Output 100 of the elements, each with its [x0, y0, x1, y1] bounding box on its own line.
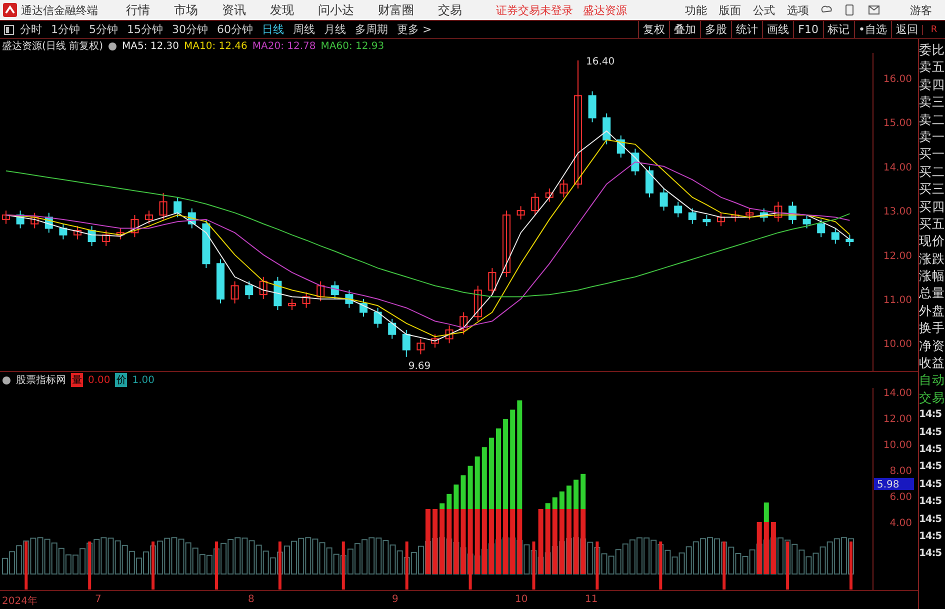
quote-label: 换手	[919, 319, 945, 337]
date-label: 11	[585, 594, 598, 605]
moving-average-value: MA10: 12.46	[184, 40, 248, 52]
panel-toggle-icon[interactable]	[4, 24, 14, 34]
quote-label: 收益	[919, 354, 945, 372]
period-tab[interactable]: 更多 >	[397, 22, 432, 37]
menu-item[interactable]: 资讯	[222, 2, 246, 18]
quote-label: 卖五	[919, 58, 945, 76]
candlestick	[30, 212, 39, 229]
toolbar-button[interactable]: 多股	[700, 21, 732, 38]
candlestick	[116, 228, 124, 240]
menu-item[interactable]: 交易	[438, 2, 462, 18]
quote-label: 现价	[919, 232, 945, 250]
menu-item[interactable]: 市场	[174, 2, 198, 18]
candlestick	[702, 214, 711, 227]
toolbar-button[interactable]: •自选	[854, 21, 891, 38]
axis-label: 15.00	[883, 118, 912, 130]
toolbar-button[interactable]: 复权	[638, 21, 670, 38]
period-tab[interactable]: 分时	[20, 22, 42, 37]
candlestick	[374, 307, 382, 328]
period-tab[interactable]: 5分钟	[89, 22, 118, 37]
candlestick	[674, 201, 682, 218]
status-notice[interactable]: 盛达资源	[583, 2, 627, 18]
menu-item[interactable]: 发现	[270, 2, 294, 18]
toolbar-button[interactable]: 返回	[891, 21, 922, 38]
candlestick	[646, 166, 654, 198]
axis-label: 12.00	[883, 414, 912, 425]
quote-label: 14:5	[919, 478, 942, 492]
quote-label: 14:5	[919, 495, 942, 510]
candlestick	[230, 280, 239, 304]
candlestick	[688, 208, 696, 224]
candlestick	[2, 210, 10, 224]
indicator-tag: 量	[71, 373, 83, 387]
quote-label: 委比	[919, 41, 945, 58]
toolbar-button[interactable]: 标记	[822, 21, 854, 38]
quote-label: 14:5	[919, 426, 942, 440]
candlestick	[145, 210, 153, 224]
menu-item[interactable]: 公式	[753, 2, 775, 18]
candlestick	[102, 230, 110, 246]
menu-item[interactable]: 选项	[787, 2, 809, 18]
status-notice[interactable]: 证券交易未登录	[496, 2, 573, 18]
toolbar-button[interactable]: 叠加	[669, 21, 700, 38]
quote-label: 卖三	[919, 93, 945, 111]
corner-label: R	[922, 24, 945, 34]
candlestick	[259, 276, 268, 300]
quote-label: 总量	[919, 284, 945, 302]
candlestick	[774, 201, 782, 222]
axis-label: 11.00	[883, 295, 912, 306]
candlestick	[460, 312, 468, 335]
moving-average-value: MA20: 12.78	[252, 40, 316, 52]
menu-item[interactable]: 财富圈	[378, 2, 414, 18]
axis-label: 6.00	[890, 492, 912, 503]
quote-label: 买五	[919, 214, 945, 232]
toolbar-button[interactable]: 画线	[762, 21, 794, 38]
candlestick	[802, 214, 811, 229]
candlestick	[846, 234, 854, 246]
axis-label: 14.00	[883, 162, 912, 174]
quote-label: 14:5	[919, 460, 942, 474]
menu-item[interactable]: 版面	[719, 2, 741, 18]
quote-label: 14:5	[919, 408, 942, 422]
period-tab[interactable]: 60分钟	[217, 22, 253, 37]
moving-average-value: MA60: 12.93	[320, 40, 384, 52]
menu-item[interactable]: 功能	[685, 2, 707, 18]
candlestick	[660, 188, 668, 212]
low-price-label: 9.69	[408, 360, 431, 371]
axis-label: 4.00	[890, 518, 912, 529]
quote-label: 卖一	[919, 128, 945, 146]
axis-label: 10.00	[883, 339, 912, 350]
period-tab[interactable]: 日线	[262, 22, 284, 37]
quote-label: 买一	[919, 145, 945, 163]
candlestick	[288, 298, 296, 311]
axis-label: 14.00	[883, 388, 912, 399]
axis-label: 13.00	[883, 206, 912, 218]
toolbar-button[interactable]: F10	[793, 21, 822, 38]
toolbar-button[interactable]: 统计	[731, 21, 762, 38]
menu-item[interactable]: 问小达	[318, 2, 354, 18]
period-tab[interactable]: 1分钟	[51, 22, 80, 37]
quote-label: 自动	[919, 371, 945, 389]
phone-icon[interactable]	[845, 4, 854, 16]
period-tab[interactable]: 周线	[293, 22, 315, 37]
candlestick	[74, 226, 82, 240]
candlestick	[516, 206, 525, 220]
date-label: 2024年	[2, 595, 38, 608]
quote-label: 买三	[919, 180, 945, 198]
candlestick	[731, 210, 740, 222]
menu-item[interactable]: 行情	[126, 2, 150, 18]
quote-label: 涨跌	[919, 250, 945, 268]
candlestick	[402, 329, 410, 358]
chart-title: 盛达资源(日线 前复权)	[2, 40, 103, 53]
period-tab[interactable]: 多周期	[355, 22, 388, 37]
period-tab[interactable]: 15分钟	[127, 22, 163, 37]
candlestick	[360, 298, 368, 318]
period-tab[interactable]: 月线	[324, 22, 346, 37]
mail-icon[interactable]	[868, 5, 880, 15]
app-title: 通达信金融终端	[21, 2, 98, 18]
user-label[interactable]: 游客	[910, 2, 932, 18]
quote-label: 14:5	[919, 530, 942, 544]
period-tab[interactable]: 30分钟	[172, 22, 208, 37]
quote-label: 14:5	[919, 442, 942, 457]
indicator-value: 1.00	[132, 374, 155, 386]
